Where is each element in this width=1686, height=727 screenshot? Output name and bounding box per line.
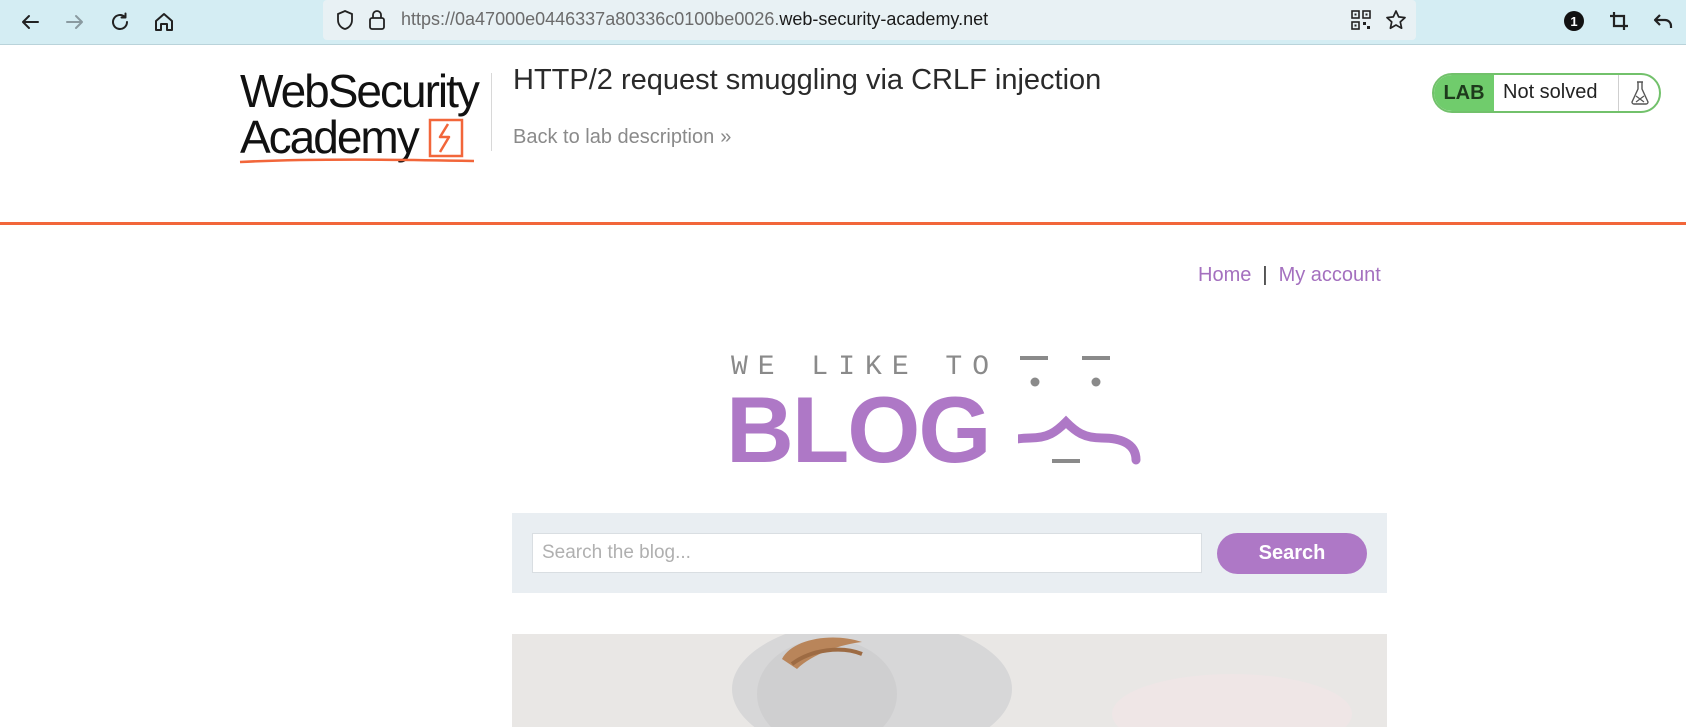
home-icon[interactable]	[148, 6, 180, 38]
url-prefix: https://0a47000e0446337a80336c0100be0026…	[401, 9, 780, 29]
header-accent-rule	[0, 222, 1686, 225]
reload-icon[interactable]	[104, 6, 136, 38]
search-button[interactable]: Search	[1217, 533, 1367, 574]
browser-toolbar: https://0a47000e0446337a80336c0100be0026…	[0, 0, 1686, 45]
notification-count: 1	[1564, 11, 1584, 31]
search-input[interactable]	[532, 533, 1202, 573]
address-bar[interactable]: https://0a47000e0446337a80336c0100be0026…	[323, 0, 1416, 40]
lightning-bolt-icon	[428, 118, 464, 158]
post-photo	[512, 634, 1387, 727]
nav-separator: |	[1262, 264, 1268, 286]
lab-status-widget: LAB Not solved	[1432, 73, 1661, 113]
blog-banner: WE LIKE TO BLOG	[726, 350, 1176, 480]
web-security-academy-logo[interactable]: WebSecurity Academy	[239, 65, 490, 166]
blog-post-image[interactable]	[512, 634, 1387, 727]
undo-arrow-icon[interactable]	[1650, 8, 1676, 34]
qr-code-icon[interactable]	[1349, 8, 1373, 32]
url-text[interactable]: https://0a47000e0446337a80336c0100be0026…	[401, 9, 988, 30]
logo-underline	[239, 158, 475, 164]
search-panel: Search	[512, 513, 1387, 593]
flask-icon	[1618, 75, 1659, 111]
back-arrow-icon[interactable]	[14, 6, 46, 38]
lock-icon[interactable]	[365, 8, 389, 32]
curly-brace-face-icon	[1018, 356, 1141, 465]
bookmark-star-icon[interactable]	[1384, 8, 1408, 32]
logo-text-line2: Academy	[240, 111, 420, 163]
status-text: Not solved	[1503, 81, 1598, 103]
url-domain: web-security-academy.net	[779, 9, 989, 29]
blog-title: BLOG	[726, 377, 992, 482]
nav-home-link[interactable]: Home	[1198, 264, 1251, 286]
back-link-label: Back to lab description	[513, 126, 715, 148]
forward-arrow-icon[interactable]	[59, 6, 91, 38]
crop-icon[interactable]	[1606, 8, 1632, 34]
double-chevron-icon: »	[720, 126, 732, 148]
lab-tag: LAB	[1434, 75, 1494, 111]
nav-my-account-link[interactable]: My account	[1279, 264, 1381, 286]
back-to-lab-description-link[interactable]: Back to lab description»	[513, 126, 731, 149]
blog-top-nav: Home | My account	[1198, 264, 1381, 287]
shield-icon[interactable]	[333, 8, 357, 32]
lab-title: HTTP/2 request smuggling via CRLF inject…	[513, 64, 1102, 96]
header-divider	[491, 73, 492, 151]
extension-badge-icon[interactable]: 1	[1561, 8, 1587, 34]
logo-text-line1: WebSecurity	[240, 65, 480, 117]
